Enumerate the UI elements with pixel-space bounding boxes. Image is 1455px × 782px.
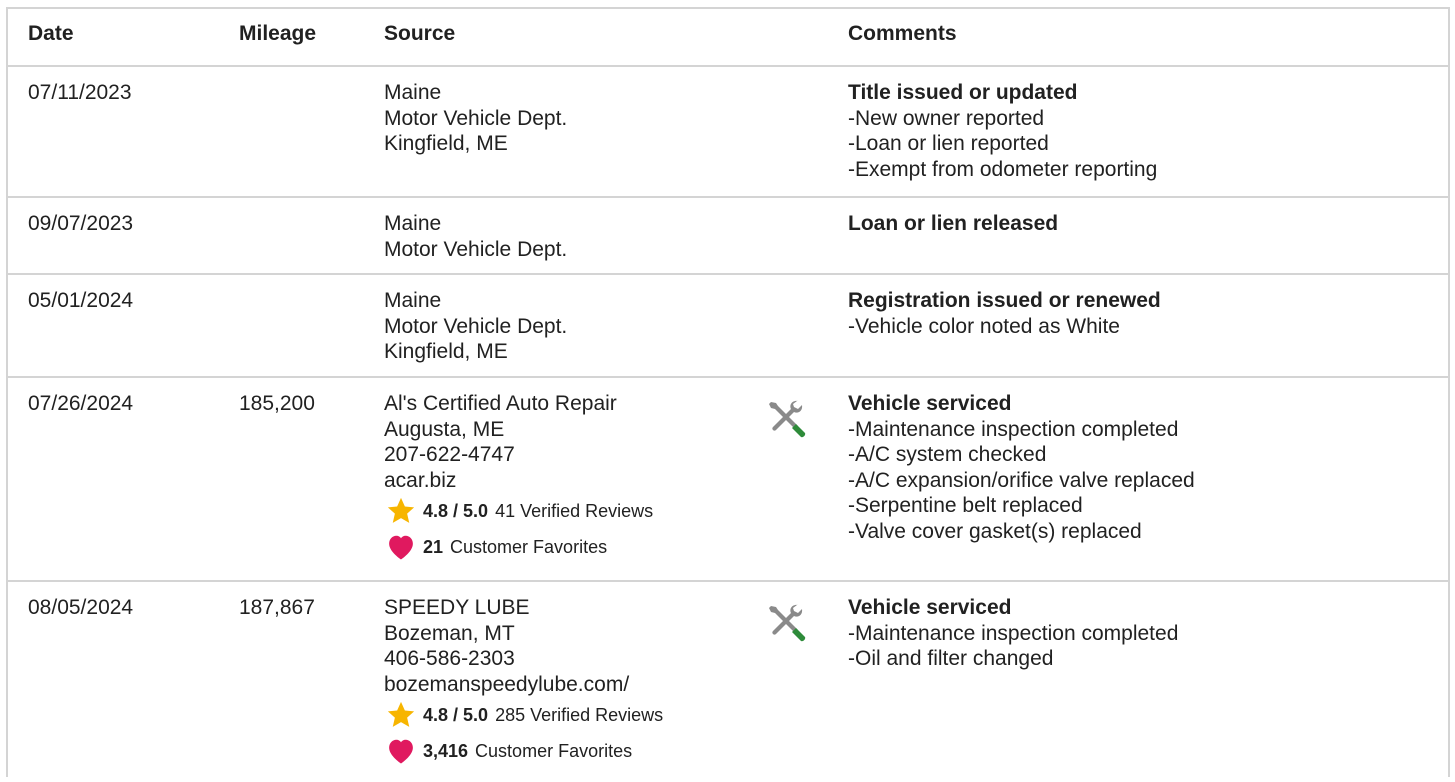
favorites-count: 21 — [423, 536, 444, 557]
table-row: 07/26/2024 185,200 Al's Certified Auto R… — [8, 378, 1448, 582]
comment-title: Title issued or updated — [848, 81, 1078, 104]
shop-name: Al's Certified Auto Repair — [384, 392, 617, 415]
row-date: 05/01/2024 — [28, 289, 134, 312]
row-comments: Registration issued or renewed Vehicle c… — [848, 288, 1161, 339]
row-source: SPEEDY LUBE Bozeman, MT 406-586-2303 boz… — [384, 595, 663, 769]
service-wrench-screwdriver-icon — [769, 400, 806, 438]
header-date: Date — [28, 22, 74, 45]
table-row: 08/05/2024 187,867 SPEEDY LUBE Bozeman, … — [8, 582, 1448, 782]
header-comments: Comments — [848, 22, 957, 45]
comment-item: Maintenance inspection completed — [848, 417, 1195, 443]
table-row: 07/11/2023 Maine Motor Vehicle Dept. Kin… — [8, 67, 1448, 198]
comment-item: Exempt from odometer reporting — [848, 157, 1157, 183]
row-source: Al's Certified Auto Repair Augusta, ME 2… — [384, 391, 653, 565]
favorites-count: 3,416 — [423, 740, 469, 761]
shop-location: Augusta, ME — [384, 417, 505, 441]
table-row: 05/01/2024 Maine Motor Vehicle Dept. Kin… — [8, 275, 1448, 378]
source-line: Maine — [384, 289, 442, 312]
row-mileage: 185,200 — [239, 392, 315, 415]
row-source: Maine Motor Vehicle Dept. Kingfield, ME — [384, 80, 567, 157]
favorites-label: Customer Favorites — [450, 536, 608, 557]
shop-phone[interactable]: 406-586-2303 — [384, 646, 663, 672]
heart-icon — [389, 536, 413, 560]
row-date: 09/07/2023 — [28, 212, 134, 235]
source-line: Motor Vehicle Dept. — [384, 314, 568, 338]
comment-item: A/C system checked — [848, 442, 1195, 468]
service-wrench-screwdriver-icon — [769, 604, 806, 642]
comment-item: A/C expansion/orifice valve replaced — [848, 468, 1195, 494]
source-line: Maine — [384, 81, 442, 104]
row-mileage: 187,867 — [239, 596, 315, 619]
row-comments: Vehicle serviced Maintenance inspection … — [848, 391, 1195, 545]
rating-value: 4.8 / 5.0 — [423, 704, 489, 725]
rating-value: 4.8 / 5.0 — [423, 500, 489, 521]
source-line: Kingfield, ME — [384, 132, 508, 156]
comment-item: Valve cover gasket(s) replaced — [848, 519, 1195, 545]
comment-item: Maintenance inspection completed — [848, 621, 1178, 647]
comment-title: Loan or lien released — [848, 212, 1059, 235]
row-comments: Loan or lien released — [848, 211, 1058, 237]
table-header: Date Mileage Source Comments — [8, 9, 1448, 67]
favorites-badge: 3,416 Customer Favorites — [384, 733, 663, 769]
comment-item: Oil and filter changed — [848, 646, 1178, 672]
header-mileage: Mileage — [239, 22, 317, 45]
source-line: Kingfield, ME — [384, 340, 508, 364]
source-line: Maine — [384, 212, 442, 235]
row-date: 07/11/2023 — [28, 81, 132, 104]
row-source: Maine Motor Vehicle Dept. Kingfield, ME — [384, 288, 567, 365]
star-icon — [387, 498, 415, 524]
comment-title: Vehicle serviced — [848, 596, 1012, 619]
reviews-count: 41 Verified Reviews — [495, 500, 654, 521]
shop-website-link[interactable]: acar.biz — [384, 468, 653, 494]
row-date: 08/05/2024 — [28, 596, 134, 619]
row-source: Maine Motor Vehicle Dept. — [384, 211, 567, 262]
comment-item: New owner reported — [848, 106, 1157, 132]
star-icon — [387, 702, 415, 728]
comment-item: Loan or lien reported — [848, 131, 1157, 157]
source-line: Motor Vehicle Dept. — [384, 237, 568, 261]
heart-icon — [389, 740, 413, 764]
vehicle-history-table: Date Mileage Source Comments 07/11/2023 … — [6, 7, 1450, 777]
comment-item: Vehicle color noted as White — [848, 314, 1161, 340]
favorites-label: Customer Favorites — [475, 740, 633, 761]
favorites-badge: 21 Customer Favorites — [384, 529, 653, 565]
comment-item: Serpentine belt replaced — [848, 493, 1195, 519]
source-line: Motor Vehicle Dept. — [384, 106, 568, 130]
shop-phone[interactable]: 207-622-4747 — [384, 442, 653, 468]
shop-name: SPEEDY LUBE — [384, 596, 530, 619]
row-date: 07/26/2024 — [28, 392, 134, 415]
row-comments: Vehicle serviced Maintenance inspection … — [848, 595, 1178, 672]
shop-website-link[interactable]: bozemanspeedylube.com/ — [384, 672, 663, 698]
rating-badge[interactable]: 4.8 / 5.0 41 Verified Reviews — [384, 493, 653, 529]
comment-title: Registration issued or renewed — [848, 289, 1161, 312]
reviews-count: 285 Verified Reviews — [495, 704, 664, 725]
rating-badge[interactable]: 4.8 / 5.0 285 Verified Reviews — [384, 697, 663, 733]
header-source: Source — [384, 22, 456, 45]
table-row: 09/07/2023 Maine Motor Vehicle Dept. Loa… — [8, 198, 1448, 275]
row-comments: Title issued or updated New owner report… — [848, 80, 1157, 182]
shop-location: Bozeman, MT — [384, 621, 515, 645]
comment-title: Vehicle serviced — [848, 392, 1012, 415]
